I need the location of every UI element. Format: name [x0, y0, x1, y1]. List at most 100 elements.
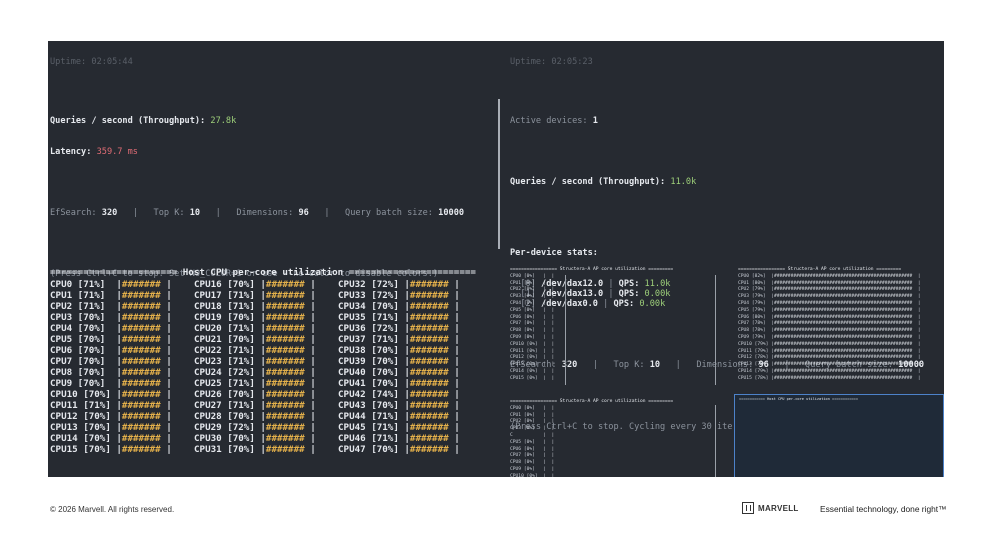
left-uptime-cut: Uptime: 02:05:44	[50, 57, 133, 68]
cpu-label: CPU28 [70%] |	[194, 411, 266, 422]
mini-row: CPU10 [79%] |###########################…	[738, 342, 921, 349]
cpu-row: CPU11 [71%] |####### |	[50, 400, 194, 411]
right-uptime-cut: Uptime: 02:05:23	[510, 57, 593, 68]
cpu-sep: |	[448, 323, 460, 334]
mini-label: CPU8 [0%] |	[510, 328, 546, 334]
cpu-bar: #######	[265, 312, 305, 323]
cpu-bar: #######	[121, 356, 161, 367]
cpu-row: CPU31 [70%] |####### |	[194, 444, 338, 455]
mini-label: CPU2 [79%] |	[738, 287, 774, 293]
cpu-bar: #######	[265, 444, 305, 455]
cpu-row: CPU29 [72%] |####### |	[194, 422, 338, 433]
mini-label: CPU4 [79%] |	[738, 300, 774, 306]
cpu-sep: |	[448, 301, 460, 312]
mini-sep: |	[545, 294, 555, 300]
mini-label: CPU10 [0%] |	[510, 341, 546, 347]
cpu-sep: |	[160, 433, 172, 444]
mini-row: CPU13 [0%] | |	[510, 362, 673, 369]
mini-sep: |	[912, 280, 921, 286]
cpu-bar: #######	[121, 279, 161, 290]
cpu-bar: #######	[409, 323, 449, 334]
cpu-label: CPU14 [70%] |	[50, 433, 122, 444]
cpu-label: CPU47 [70%] |	[338, 444, 410, 455]
cpu-label: CPU24 [72%] |	[194, 367, 266, 378]
cpu-label: CPU10 [70%] |	[50, 389, 122, 400]
mini-sep: |	[912, 362, 921, 368]
cpu-column: CPU0 [71%] |####### | CPU1 [71%] |#######…	[50, 279, 194, 455]
cpu-sep: |	[160, 301, 172, 312]
mini-row: CPU3 [79%] |############################…	[738, 294, 921, 301]
pane-divider	[498, 99, 500, 249]
mini-row: CPU10 [0%] | |	[510, 342, 673, 349]
mini-row: CPU0 [0%] | |	[510, 406, 673, 413]
cpu-row: CPU21 [70%] |####### |	[194, 334, 338, 345]
left-qps-value: 27.8k	[210, 116, 237, 127]
mini-row: CPU5 [79%] |############################…	[738, 308, 921, 315]
mini-label: CPU3 [0%] |	[510, 426, 546, 432]
mini-row: CPU0 [82%] |############################…	[738, 274, 921, 281]
mini-row: CPU4 [79%] |############################…	[738, 301, 921, 308]
mini-label: CPU8 [0%] |	[510, 460, 546, 466]
mini-bar: ########################################…	[773, 294, 913, 300]
cpu-row: CPU9 [70%] |####### |	[50, 378, 194, 389]
cpu-row: CPU44 [71%] |####### |	[338, 411, 482, 422]
terminal-screenshot: Uptime: 02:05:44 Queries / second (Throu…	[48, 41, 944, 477]
mini-sep: |	[545, 473, 555, 477]
mini-row: CPU3 [0%] | |	[510, 426, 673, 433]
mini-label: CPU2 [0%] |	[510, 419, 546, 425]
mini-sep: |	[545, 341, 555, 347]
cpu-sep: |	[160, 400, 172, 411]
cpu-label: CPU5 [70%] |	[50, 334, 122, 345]
mini-row: CPU10 [0%] | |	[510, 474, 673, 477]
cpu-sep: |	[448, 356, 460, 367]
mini-sep: |	[545, 375, 555, 381]
structera-a-panel-bottom: ================= Structera-A AP core ut…	[510, 399, 673, 477]
cpu-bar: #######	[265, 301, 305, 312]
cpu-row: CPU6 [70%] |####### |	[50, 345, 194, 356]
mini-sep: |	[912, 375, 921, 381]
cpu-sep: |	[304, 400, 316, 411]
mini-a-divider-right	[715, 275, 716, 385]
cpu-sep: |	[304, 334, 316, 345]
cpu-sep: |	[160, 334, 172, 345]
cpu-label: CPU42 [74%] |	[338, 389, 410, 400]
mini-sep: |	[545, 412, 555, 418]
mini-row: CPU14 [0%] | |	[510, 369, 673, 376]
mini-sep: |	[912, 273, 921, 279]
mini-sep: |	[912, 294, 921, 300]
mini-row: CPU14 [79%] |###########################…	[738, 369, 921, 376]
mini-label: CPU5 [0%] |	[510, 439, 546, 445]
mini-sep: |	[545, 460, 555, 466]
cpu-bar: #######	[121, 367, 161, 378]
cpu-bar: #######	[409, 378, 449, 389]
mini-bar: ########################################…	[773, 375, 913, 381]
mini-sep: |	[912, 341, 921, 347]
cpu-label: CPU18 [71%] |	[194, 301, 266, 312]
marvell-wordmark: MARVELL	[758, 503, 799, 513]
mini-sep: |	[545, 300, 555, 306]
cpu-row: CPU36 [72%] |####### |	[338, 323, 482, 334]
cpu-row: CPU34 [70%] |####### |	[338, 301, 482, 312]
cpu-bar: #######	[265, 290, 305, 301]
cpu-bar: #######	[409, 312, 449, 323]
cpu-bar: #######	[265, 367, 305, 378]
mini-label: CPU11 [0%] |	[510, 348, 546, 354]
cpu-sep: |	[304, 367, 316, 378]
cpu-sep: |	[160, 356, 172, 367]
cpu-bar: #######	[409, 334, 449, 345]
cpu-sep: |	[448, 279, 460, 290]
mini-label: CPU13 [0%] |	[510, 362, 546, 368]
mini-bar: ########################################…	[773, 273, 913, 279]
cpu-bar: #######	[409, 356, 449, 367]
mini-sep: |	[545, 334, 555, 340]
cpu-bar: #######	[409, 433, 449, 444]
cpu-sep: |	[304, 433, 316, 444]
host-cpu-mini-window[interactable]: ============ Host CPU per-core utilizati…	[734, 394, 944, 477]
mini-bar: ########################################…	[773, 328, 913, 334]
cpu-label: CPU8 [70%] |	[50, 367, 122, 378]
cpu-label: CPU32 [72%] |	[338, 279, 410, 290]
cpu-label: CPU30 [70%] |	[194, 433, 266, 444]
cpu-label: CPU39 [70%] |	[338, 356, 410, 367]
left-batch-value: 10000	[438, 208, 465, 219]
copyright-text: © 2026 Marvell. All rights reserved.	[50, 505, 175, 514]
